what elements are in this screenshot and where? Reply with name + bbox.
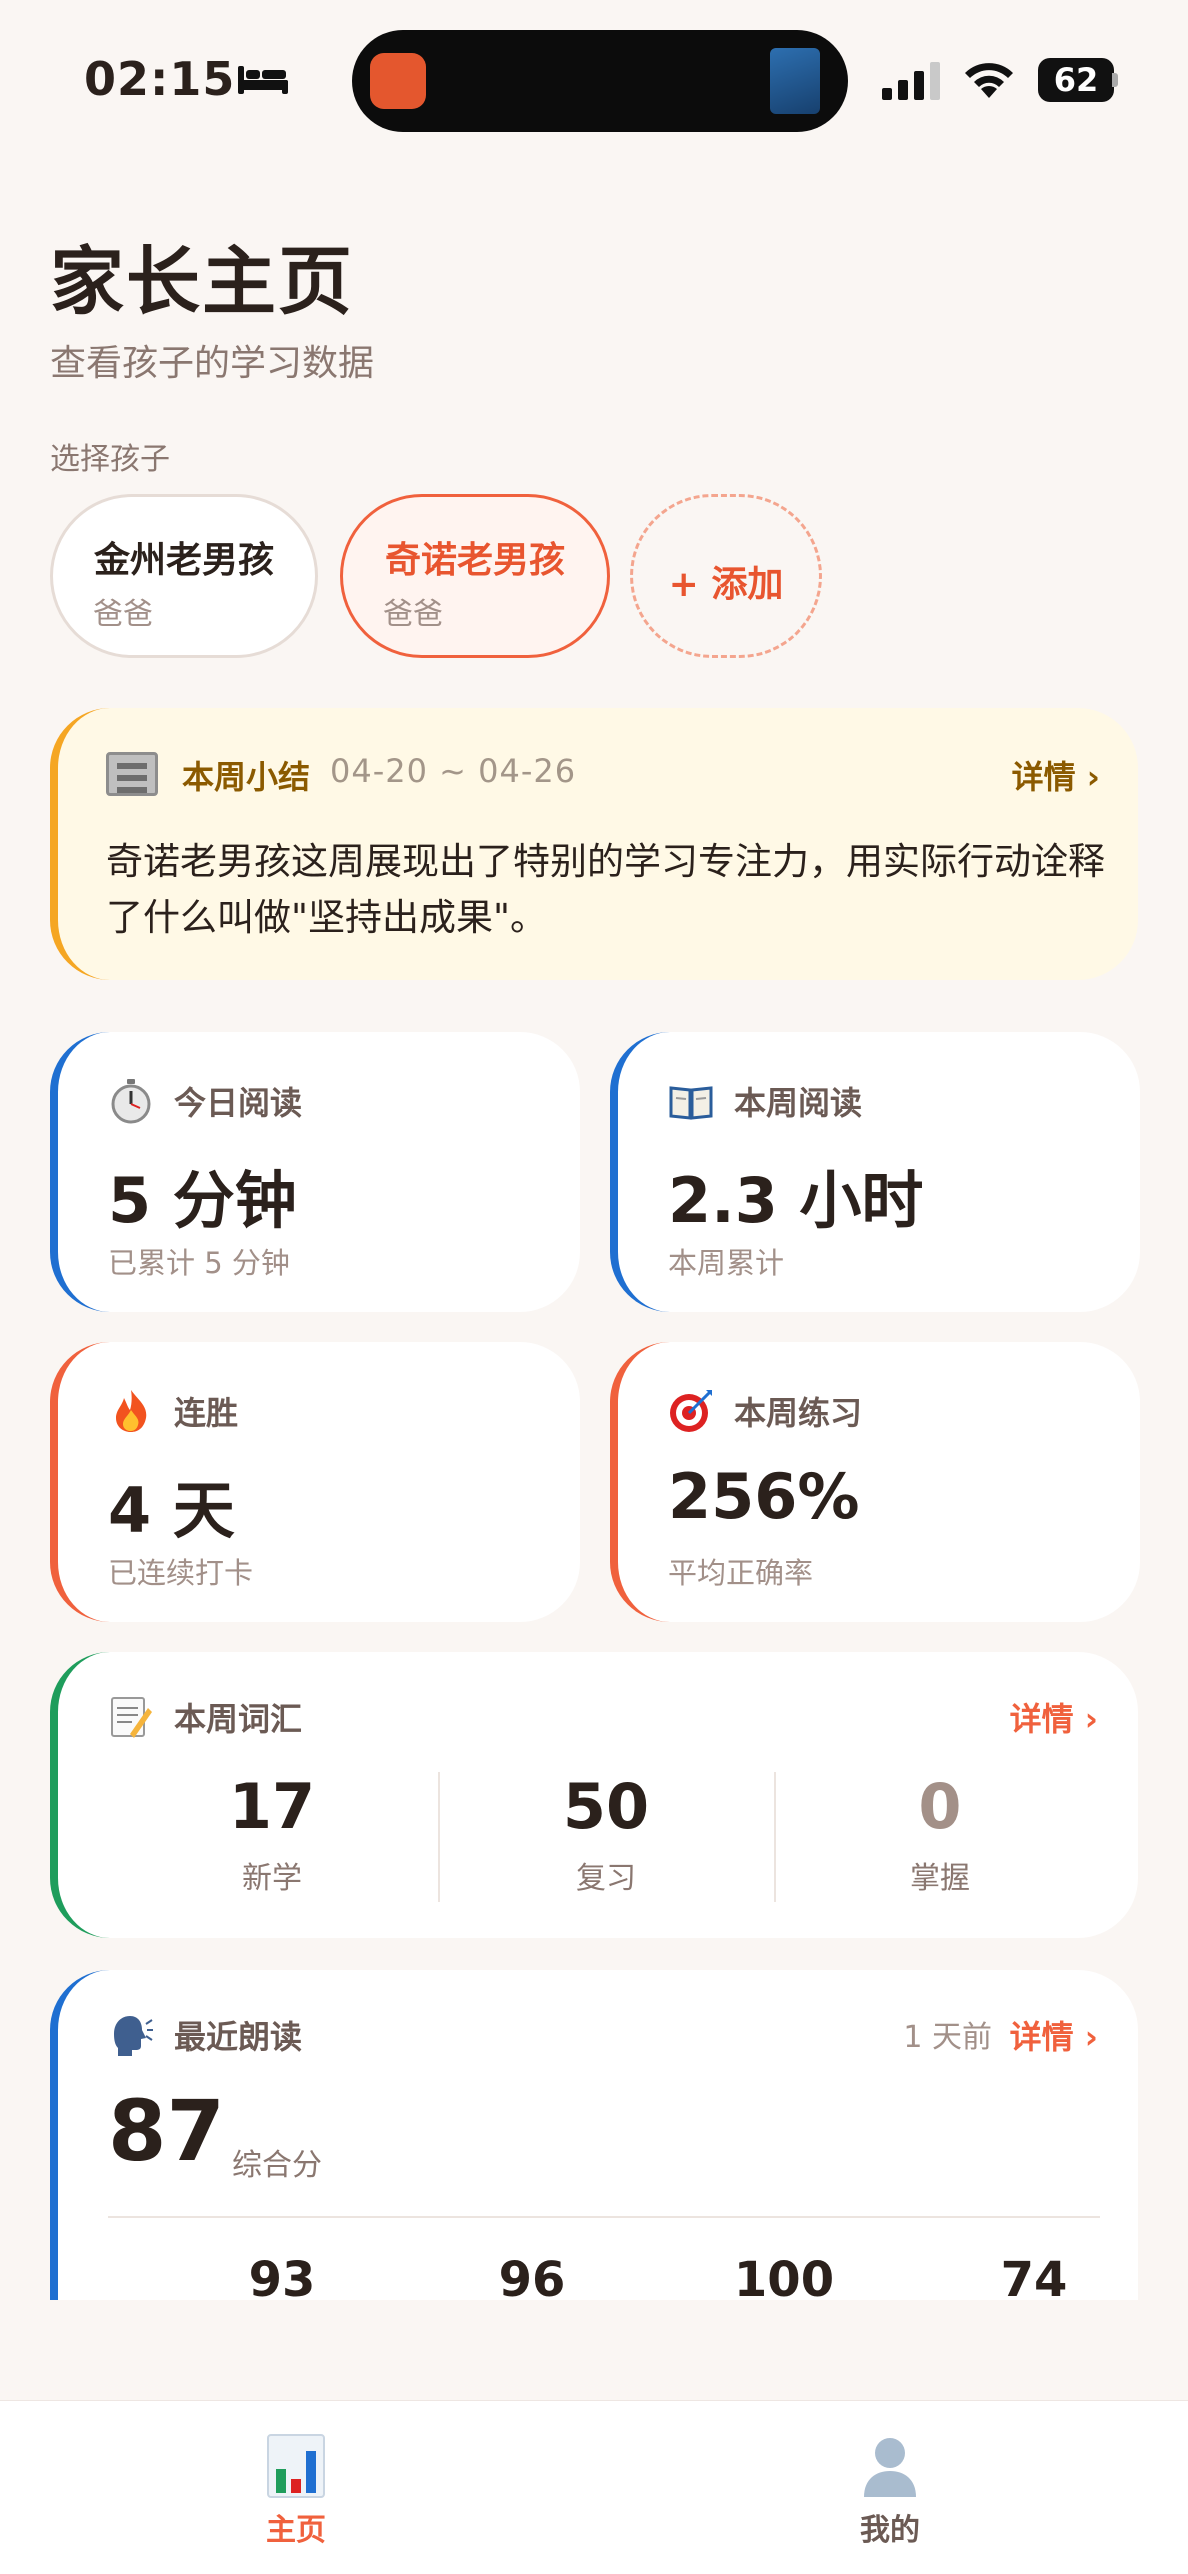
child-role: 爸爸	[383, 597, 443, 632]
user-silhouette-icon	[864, 2438, 916, 2497]
speaking-head-icon	[114, 2016, 153, 2056]
streak-card[interactable]: 连胜 4 天 已连续打卡	[50, 1342, 580, 1622]
add-child-label: + 添加	[668, 564, 784, 605]
tab-home[interactable]: 主页	[196, 2433, 396, 2549]
vocab-new-label: 新学	[242, 1861, 302, 1896]
summary-detail-link[interactable]: 详情 ›	[1012, 752, 1100, 798]
child-name: 金州老男孩	[93, 540, 274, 581]
divider	[774, 1772, 776, 1902]
vocab-label: 本周词汇	[174, 1700, 303, 1738]
reading-detail-link[interactable]: 详情 ›	[1010, 2012, 1098, 2058]
stat-value: 4 天	[108, 1474, 235, 1547]
stat-subtext: 本周累计	[668, 1246, 785, 1280]
tab-profile-label: 我的	[860, 2513, 920, 2548]
battery-level: 62	[1053, 61, 1099, 99]
divider	[108, 2216, 1100, 2218]
vocab-review-label: 复习	[576, 1861, 636, 1896]
vocab-mastered-label: 掌握	[910, 1861, 970, 1896]
summary-text: 奇诺老男孩这周展现出了特别的学习专注力，用实际行动诠释了什么叫做"坚持出成果"。	[106, 840, 1105, 939]
stat-value: 5 分钟	[108, 1164, 297, 1237]
page-title: 家长主页	[50, 239, 354, 325]
wifi-icon	[965, 63, 1013, 98]
weekly-summary-card[interactable]: 本周小结 04-20 ~ 04-26 详情 › 奇诺老男孩这周展现出了特别的学习…	[50, 708, 1138, 980]
stat-subtext: 已累计 5 分钟	[108, 1246, 290, 1280]
stopwatch-icon	[111, 1079, 151, 1124]
practice-card[interactable]: 本周练习 256% 平均正确率	[610, 1342, 1140, 1622]
reading-sub-score: 96	[498, 2252, 566, 2300]
weekly-vocab-card[interactable]: 本周词汇 详情 › 17 新学 50 复习 0 掌握	[50, 1652, 1138, 1938]
vocab-mastered: 0 掌握	[790, 1770, 1090, 1897]
book-icon	[669, 1086, 713, 1120]
dynamic-island	[352, 30, 848, 132]
summary-date-range: 04-20 ~ 04-26	[330, 752, 577, 790]
signal-icon	[882, 62, 940, 100]
tab-profile[interactable]: 我的	[790, 2433, 990, 2549]
vocab-detail-link[interactable]: 详情 ›	[1010, 1694, 1098, 1740]
stat-subtext: 平均正确率	[668, 1556, 814, 1590]
child-chip-qinuo[interactable]: 奇诺老男孩 爸爸	[340, 494, 610, 658]
page-subtitle: 查看孩子的学习数据	[50, 343, 375, 384]
select-child-label: 选择孩子	[50, 442, 170, 477]
battery-indicator: 62	[1038, 58, 1118, 102]
reading-time-ago: 1 天前	[903, 2020, 992, 2055]
reading-app-icon	[370, 53, 426, 109]
reading-label: 最近朗读	[174, 2018, 303, 2056]
reading-sub-score: 74	[1000, 2252, 1068, 2300]
vocab-mastered-count: 0	[918, 1770, 962, 1843]
week-reading-card[interactable]: 本周阅读 2.3 小时 本周累计	[610, 1032, 1140, 1312]
bottom-tab-bar: 主页 我的	[0, 2400, 1188, 2574]
child-name: 奇诺老男孩	[384, 540, 565, 581]
child-chip-jinzhou[interactable]: 金州老男孩 爸爸	[50, 494, 318, 658]
reading-score-label: 综合分	[232, 2148, 322, 2183]
add-child-button[interactable]: + 添加	[630, 494, 822, 658]
fire-icon	[116, 1390, 147, 1432]
stat-label: 今日阅读	[174, 1084, 303, 1122]
memo-icon	[111, 1697, 152, 1738]
stat-value: 256%	[668, 1460, 860, 1533]
bed-icon	[238, 66, 288, 94]
newspaper-icon	[106, 752, 158, 796]
parent-home-screen: 02:15 62 家长主页 查看孩子的学习数据 选择孩子 金州老男孩 爸爸 奇诺…	[0, 0, 1188, 2574]
reading-sub-score: 100	[733, 2252, 835, 2300]
summary-title: 本周小结	[182, 758, 311, 796]
vocab-new: 17 新学	[122, 1770, 422, 1897]
vocab-review: 50 复习	[456, 1770, 756, 1897]
media-artwork-icon	[770, 48, 820, 114]
child-role: 爸爸	[93, 597, 153, 632]
recent-reading-card[interactable]: 最近朗读 1 天前 详情 › 87 综合分 93 96 100 74	[50, 1970, 1138, 2300]
stat-label: 本周练习	[734, 1394, 863, 1432]
stat-label: 连胜	[174, 1394, 239, 1432]
stat-label: 本周阅读	[734, 1084, 863, 1122]
tab-home-label: 主页	[266, 2513, 326, 2548]
reading-sub-score: 93	[248, 2252, 316, 2300]
stat-subtext: 已连续打卡	[108, 1556, 254, 1590]
stat-value: 2.3 小时	[668, 1164, 924, 1237]
reading-total-score: 87	[108, 2082, 225, 2180]
today-reading-card[interactable]: 今日阅读 5 分钟 已累计 5 分钟	[50, 1032, 580, 1312]
vocab-new-count: 17	[228, 1770, 316, 1843]
target-icon	[670, 1390, 712, 1432]
divider	[438, 1772, 440, 1902]
status-time: 02:15	[84, 52, 236, 106]
bar-chart-icon	[267, 2434, 325, 2498]
vocab-review-count: 50	[562, 1770, 650, 1843]
status-bar: 02:15 62	[0, 0, 1188, 150]
